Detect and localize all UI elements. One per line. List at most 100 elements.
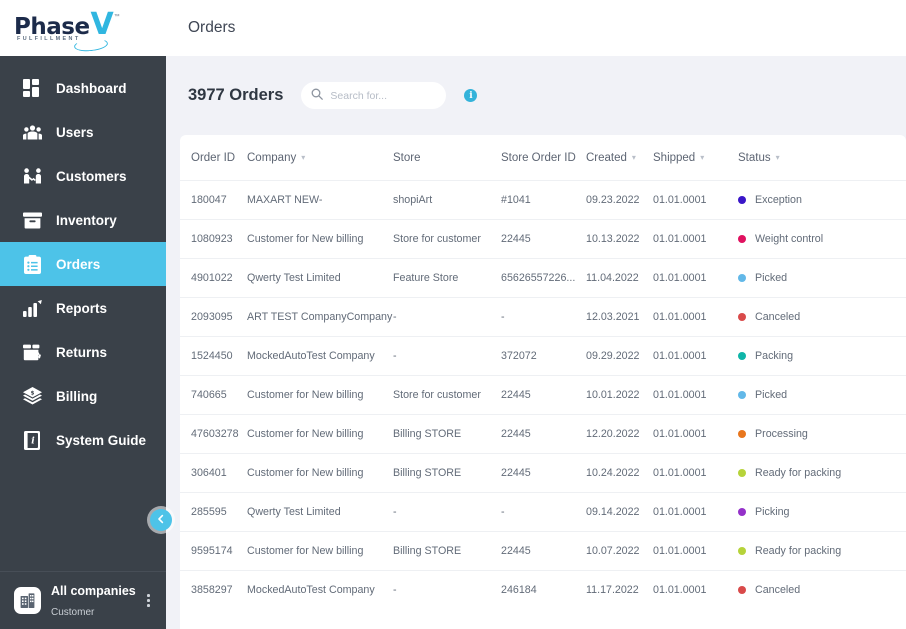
sidebar-item-returns[interactable]: Returns [0, 330, 166, 374]
status-label: Picked [755, 389, 788, 401]
cell-status: Canceled [738, 570, 906, 609]
status-dot-icon [738, 391, 746, 399]
cell-store-order-id: 22445 [501, 219, 586, 259]
column-label: Shipped [653, 152, 696, 164]
table-row[interactable]: 285595 Qwerty Test Limited - -09.14.2022 01.… [180, 492, 906, 532]
sidebar-item-billing[interactable]: $ Billing [0, 374, 166, 418]
cell-status: Picking [738, 492, 906, 532]
cell-store: - [393, 570, 501, 609]
cell-store: Billing STORE [393, 453, 501, 493]
cell-status: Picked [738, 375, 906, 415]
sidebar-item-users[interactable]: Users [0, 110, 166, 154]
cell-created: 10.01.2022 [586, 375, 653, 415]
chevron-left-icon [156, 511, 166, 529]
kebab-menu-icon[interactable] [141, 590, 156, 611]
status-label: Ready for packing [755, 545, 842, 557]
table-row[interactable]: 4901022 Qwerty Test Limited Feature Store 6… [180, 258, 906, 298]
cell-order-id: 3858297 [180, 570, 247, 609]
cell-company: Qwerty Test Limited [247, 492, 393, 532]
cell-created: 11.04.2022 [586, 258, 653, 298]
svg-text:i: i [31, 436, 35, 446]
cell-shipped: 01.01.0001 [653, 336, 738, 376]
orders-count-label: 3977 Orders [188, 86, 284, 104]
cell-store-order-id: 246184 [501, 570, 586, 609]
status-label: Picked [755, 272, 788, 284]
table-row[interactable]: 2093095 ART TEST CompanyCompany - -12.03.20… [180, 297, 906, 337]
sidebar-collapse-button[interactable] [150, 509, 172, 531]
logo-tagline: FULFILLMENT [17, 35, 81, 42]
orders-table-card: Order ID Company ▾ Store Store Order ID C… [180, 135, 906, 629]
cell-shipped: 01.01.0001 [653, 297, 738, 337]
status-label: Ready for packing [755, 467, 842, 479]
cell-company: MockedAutoTest Company [247, 570, 393, 609]
search-input[interactable] [330, 89, 437, 102]
cell-company: Customer for New billing [247, 531, 393, 571]
table-row[interactable]: 3858297 MockedAutoTest Company -246184 11.1… [180, 570, 906, 609]
column-header-store[interactable]: Store [393, 135, 501, 181]
company-switcher[interactable]: All companies Customer [0, 571, 166, 629]
cell-store: - [393, 336, 501, 376]
sidebar-item-inventory[interactable]: Inventory [0, 198, 166, 242]
sidebar-item-dashboard[interactable]: Dashboard [0, 66, 166, 110]
search-box[interactable] [301, 82, 447, 109]
cell-order-id: 47603278 [180, 414, 247, 454]
cell-status: Exception [738, 180, 906, 220]
sidebar-item-label: Users [56, 124, 94, 140]
cell-order-id: 285595 [180, 492, 247, 532]
table-row[interactable]: 180047 MAXART NEW-shopiArt #1041 09.23.2022… [180, 180, 906, 220]
main-content: Orders 3977 Orders i Order ID [166, 0, 906, 629]
cell-order-id: 1524450 [180, 336, 247, 376]
cell-store: Store for customer [393, 219, 501, 259]
cell-created: 09.23.2022 [586, 180, 653, 220]
cell-order-id: 2093095 [180, 297, 247, 337]
column-label: Status [738, 152, 771, 164]
sidebar-item-customers[interactable]: Customers [0, 154, 166, 198]
column-label: Company [247, 152, 297, 164]
table-row[interactable]: 740665 Customer for New billing Store for … [180, 375, 906, 415]
cell-store-order-id: 65626557226... [501, 258, 586, 298]
cell-store-order-id: 22445 [501, 531, 586, 571]
table-row[interactable]: 1080923 Customer for New billing Store for… [180, 219, 906, 259]
cell-created: 10.24.2022 [586, 453, 653, 493]
column-header-created[interactable]: Created ▾ [586, 135, 653, 181]
table-row[interactable]: 47603278 Customer for New billing Billing … [180, 414, 906, 454]
cell-status: Ready for packing [738, 531, 906, 571]
table-row[interactable]: 306401 Customer for New billing Billing ST… [180, 453, 906, 493]
column-header-company[interactable]: Company ▾ [247, 135, 393, 181]
status-dot-icon [738, 430, 746, 438]
info-icon[interactable]: i [464, 89, 478, 102]
cell-order-id: 306401 [180, 453, 247, 493]
column-header-store-order-id[interactable]: Store Order ID [501, 135, 586, 181]
chevron-down-icon: ▾ [700, 153, 705, 163]
cell-created: 09.14.2022 [586, 492, 653, 532]
cell-store-order-id: - [501, 492, 586, 532]
building-icon [14, 587, 41, 614]
sidebar-item-reports[interactable]: Reports [0, 286, 166, 330]
page-title: Orders [188, 19, 236, 36]
status-label: Picking [755, 506, 790, 518]
cell-shipped: 01.01.0001 [653, 453, 738, 493]
status-dot-icon [738, 274, 746, 282]
sidebar-item-label: Billing [56, 388, 98, 404]
status-label: Processing [755, 428, 808, 440]
column-header-order-id[interactable]: Order ID [180, 135, 247, 181]
sidebar-item-orders[interactable]: Orders [0, 242, 166, 286]
cell-shipped: 01.01.0001 [653, 570, 738, 609]
cell-created: 12.03.2021 [586, 297, 653, 337]
cell-store-order-id: #1041 [501, 180, 586, 220]
cell-created: 10.07.2022 [586, 531, 653, 571]
table-row[interactable]: 9595174 Customer for New billing Billing S… [180, 531, 906, 571]
column-header-status[interactable]: Status ▾ [738, 135, 906, 181]
sidebar-item-label: Inventory [56, 212, 117, 228]
cell-shipped: 01.01.0001 [653, 258, 738, 298]
column-header-shipped[interactable]: Shipped ▾ [653, 135, 738, 181]
svg-text:$: $ [30, 390, 34, 396]
trademark-icon: ™ [113, 13, 120, 20]
sidebar-item-system-guide[interactable]: i System Guide [0, 418, 166, 462]
brand-logo[interactable]: Phase V ™ FULFILLMENT [0, 0, 166, 56]
sidebar-item-label: System Guide [56, 432, 147, 448]
status-dot-icon [738, 235, 746, 243]
cell-created: 12.20.2022 [586, 414, 653, 454]
sidebar-item-label: Dashboard [56, 80, 127, 96]
table-row[interactable]: 1524450 MockedAutoTest Company -372072 09.2… [180, 336, 906, 376]
